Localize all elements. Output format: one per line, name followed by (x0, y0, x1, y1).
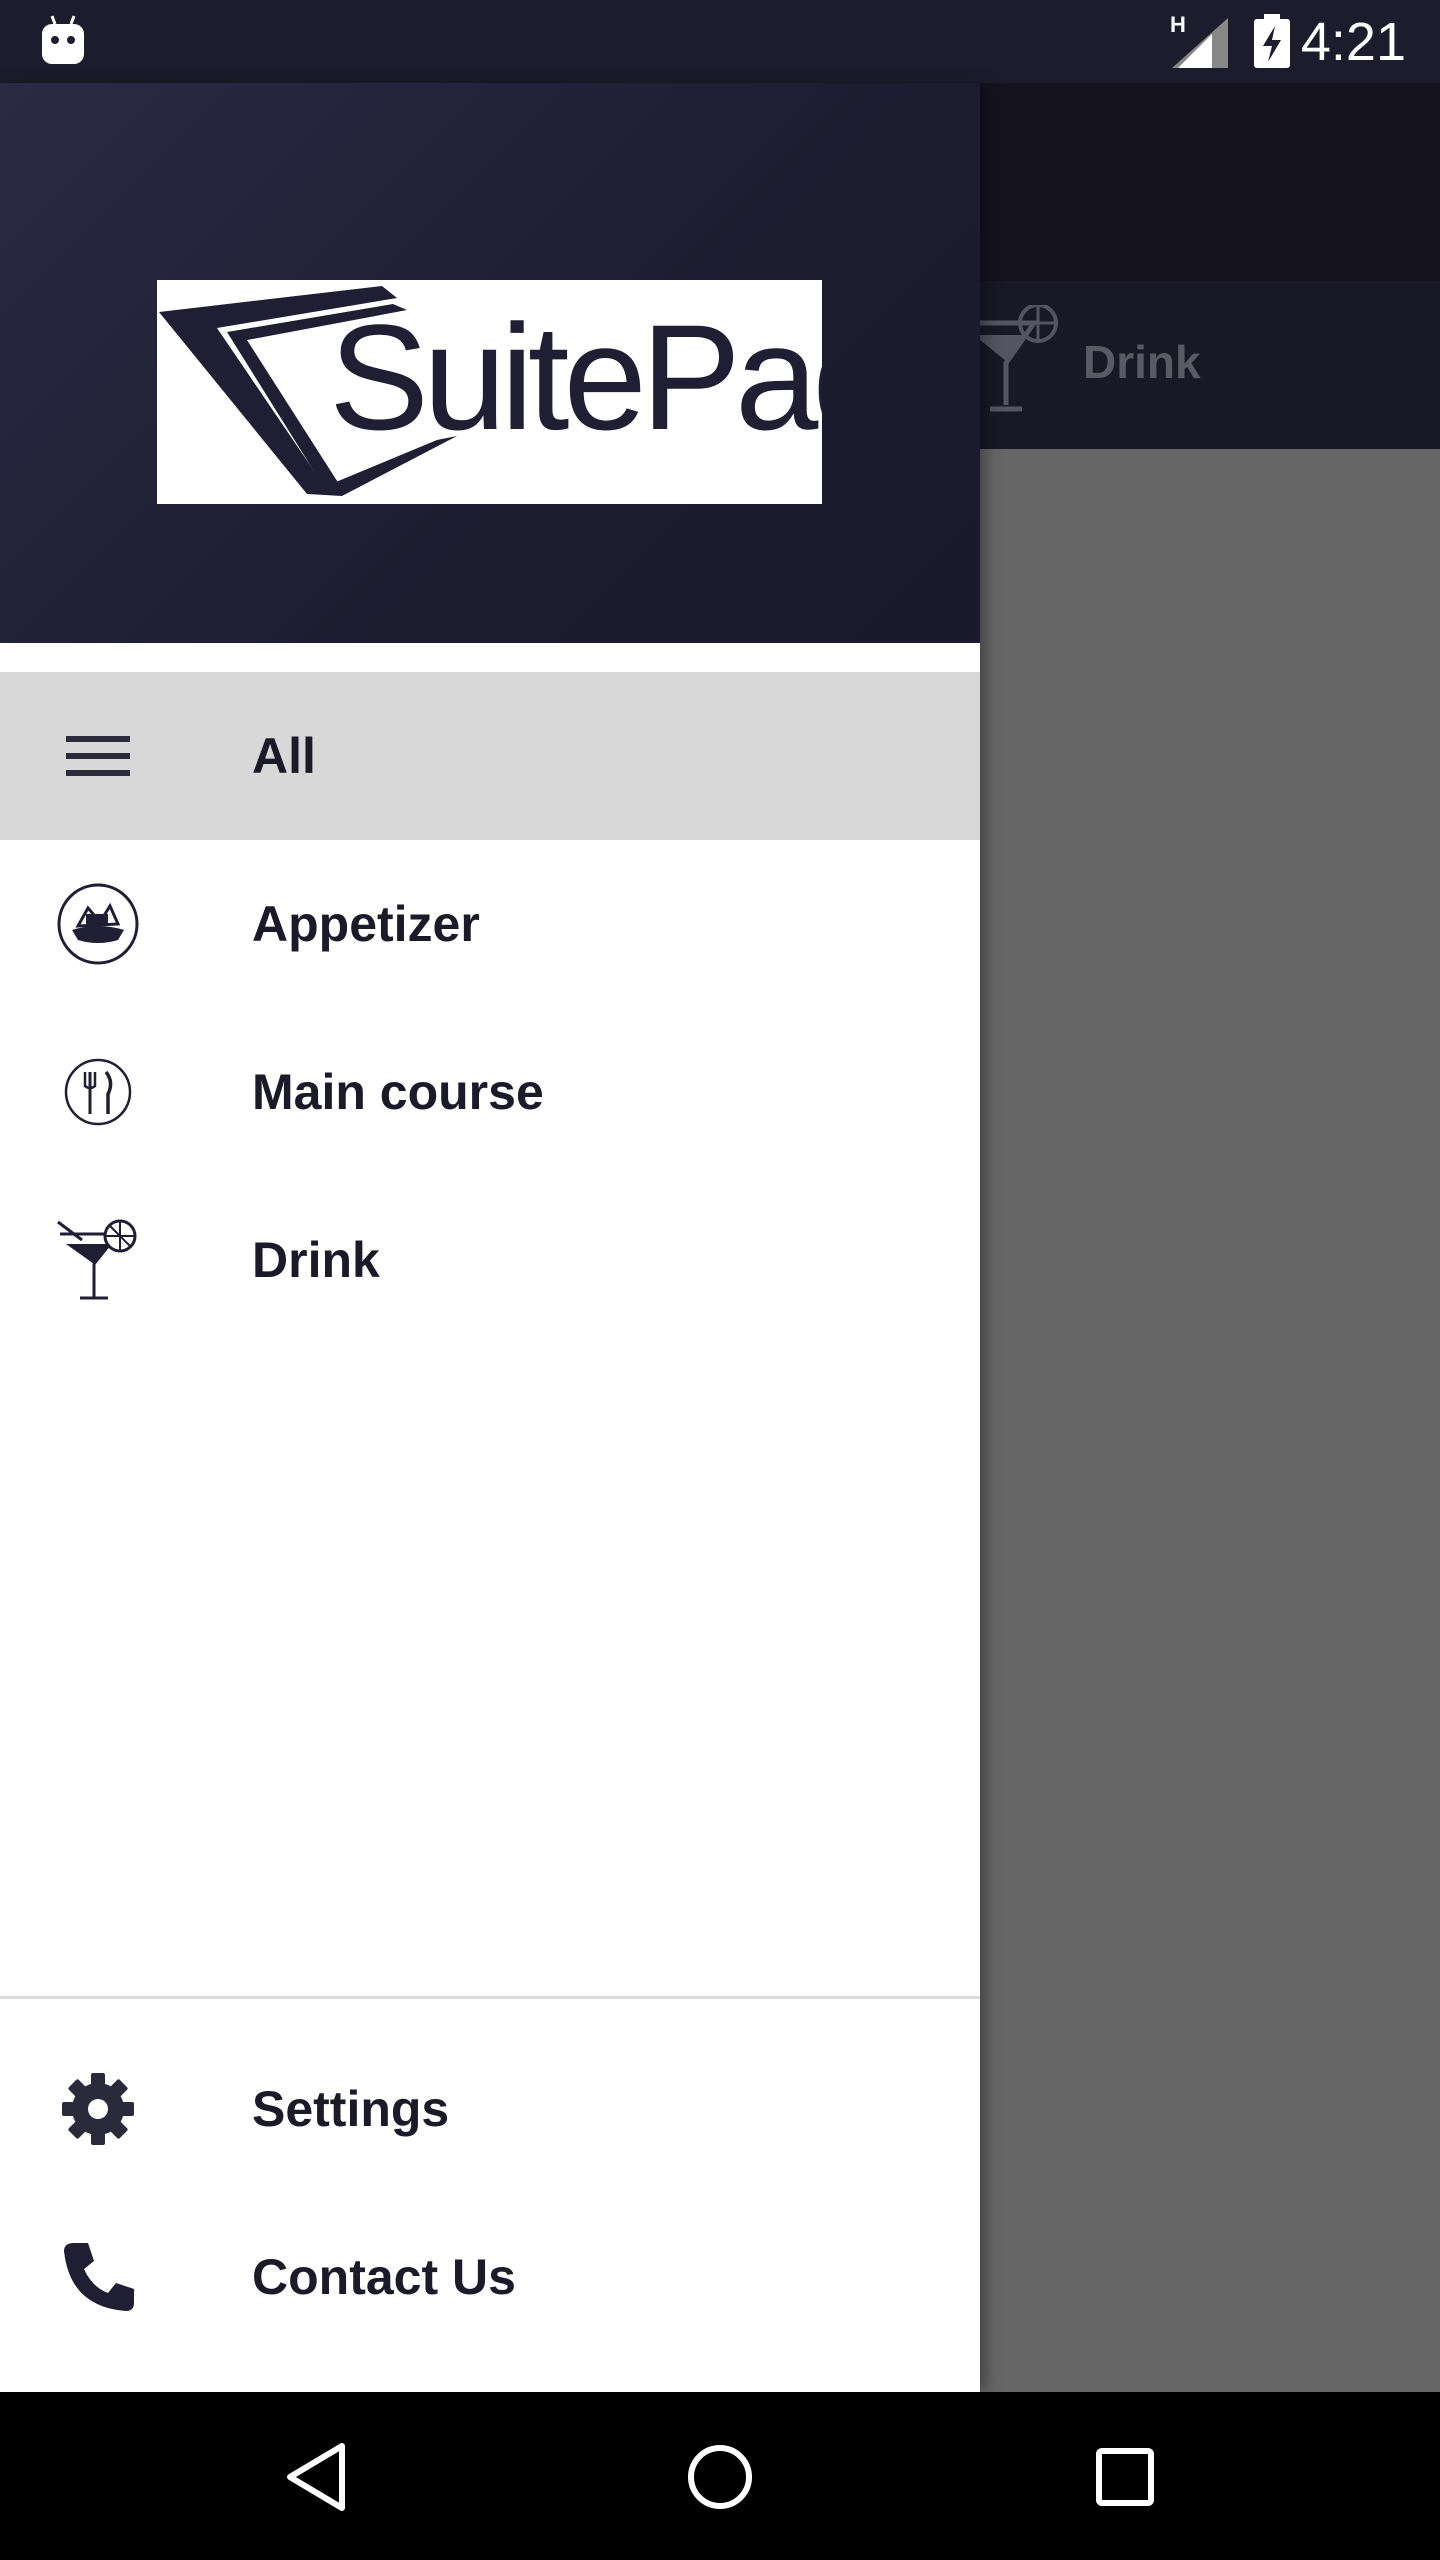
drawer-header: SuitePad (0, 83, 980, 643)
gear-icon (62, 2073, 134, 2145)
battery-charging-icon (1254, 14, 1290, 68)
drawer-item-label: All (252, 728, 316, 784)
appetizer-icon (57, 883, 139, 965)
navigation-drawer: SuitePad All Appetizer Main course (0, 83, 980, 2392)
phone-icon (64, 2243, 134, 2311)
drawer-item-label: Drink (252, 1232, 380, 1288)
clock: 4:21 (1300, 12, 1406, 72)
drawer-item-all[interactable]: All (0, 672, 980, 840)
drawer-item-label: Contact Us (252, 2249, 516, 2305)
status-bar: H 4:21 (0, 0, 1440, 83)
home-circle-icon[interactable] (675, 2432, 765, 2522)
android-notification-icon (42, 15, 84, 64)
drawer-divider (0, 1996, 980, 1999)
drawer-item-drink[interactable]: Drink (0, 1176, 980, 1344)
drawer-item-label: Main course (252, 1064, 544, 1120)
cutlery-icon (64, 1058, 132, 1126)
signal-icon (1172, 18, 1228, 68)
logo-text: SuitePad (329, 293, 822, 461)
suitepad-logo: SuitePad (157, 280, 822, 504)
drawer-item-main-course[interactable]: Main course (0, 1008, 980, 1176)
drawer-item-appetizer[interactable]: Appetizer (0, 840, 980, 1008)
menu-icon (66, 736, 130, 776)
system-navigation-bar (0, 2392, 1440, 2560)
cocktail-icon (57, 1219, 137, 1300)
drawer-item-label: Settings (252, 2081, 450, 2137)
drawer-item-contact-us[interactable]: Contact Us (0, 2193, 980, 2361)
drawer-item-settings[interactable]: Settings (0, 2025, 980, 2193)
drawer-item-label: Appetizer (252, 896, 480, 952)
back-triangle-icon[interactable] (270, 2432, 360, 2522)
background-tab-drink-label: Drink (1083, 336, 1201, 388)
recents-square-icon[interactable] (1080, 2432, 1170, 2522)
